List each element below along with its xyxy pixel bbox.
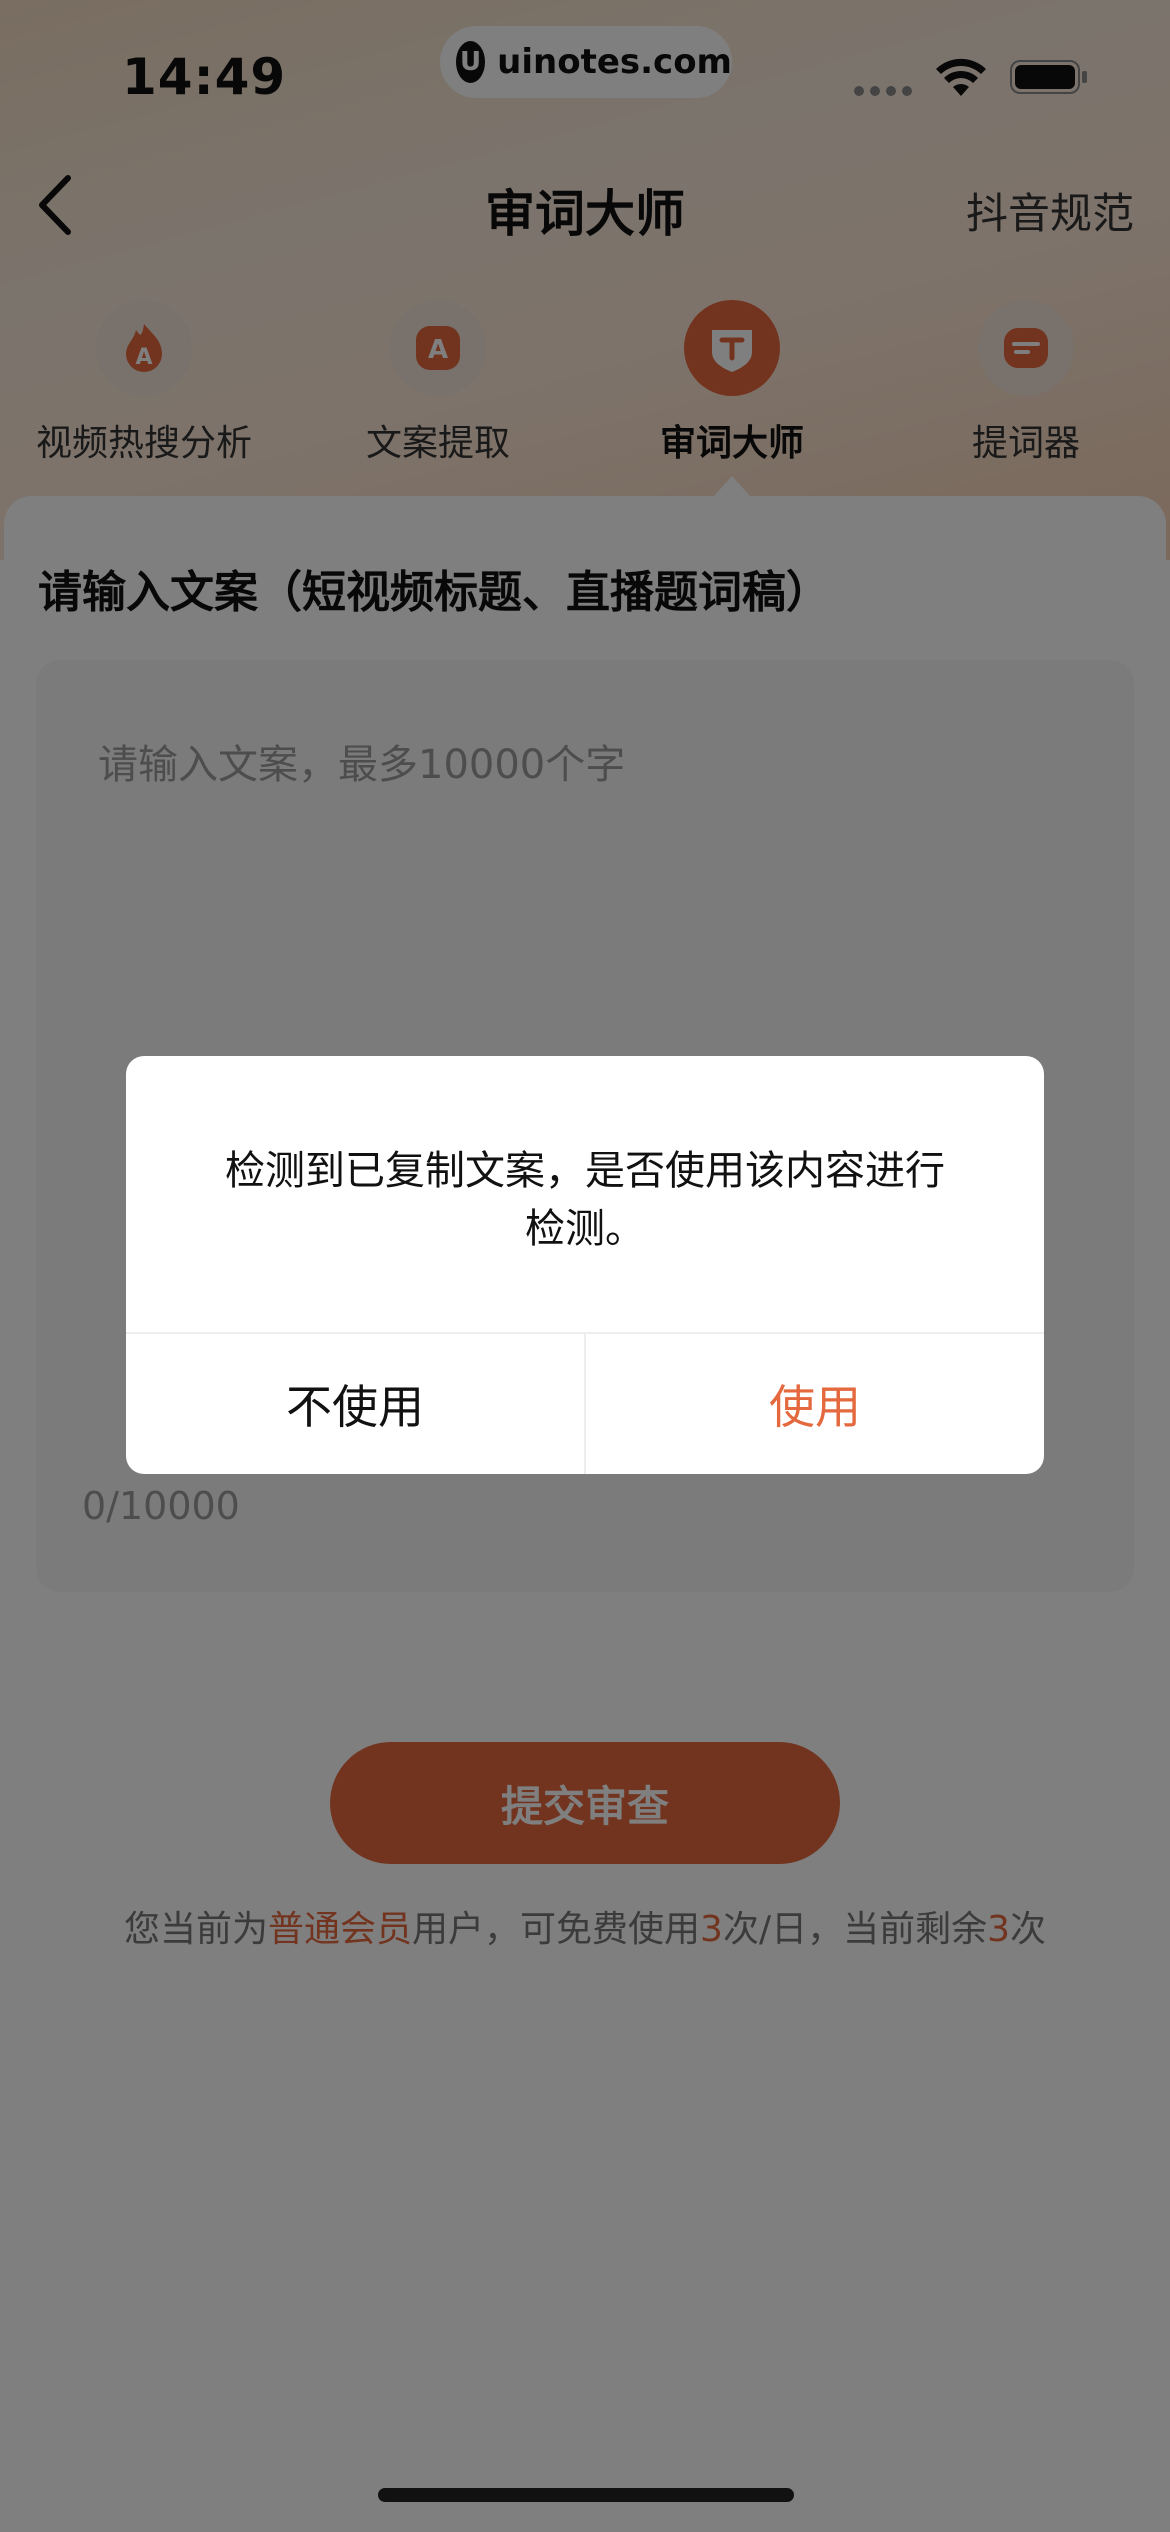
dont-use-button[interactable]: 不使用 xyxy=(126,1334,584,1474)
dialog-message: 检测到已复制文案，是否使用该内容进行检测。 xyxy=(225,1148,945,1252)
screen: 14:49 U uinotes.com 审词大师 抖音规范 xyxy=(0,0,1170,2532)
home-indicator xyxy=(378,2488,794,2502)
use-button[interactable]: 使用 xyxy=(586,1334,1044,1474)
clipboard-confirm-dialog: 检测到已复制文案，是否使用该内容进行检测。 不使用 使用 xyxy=(126,1056,1044,1474)
